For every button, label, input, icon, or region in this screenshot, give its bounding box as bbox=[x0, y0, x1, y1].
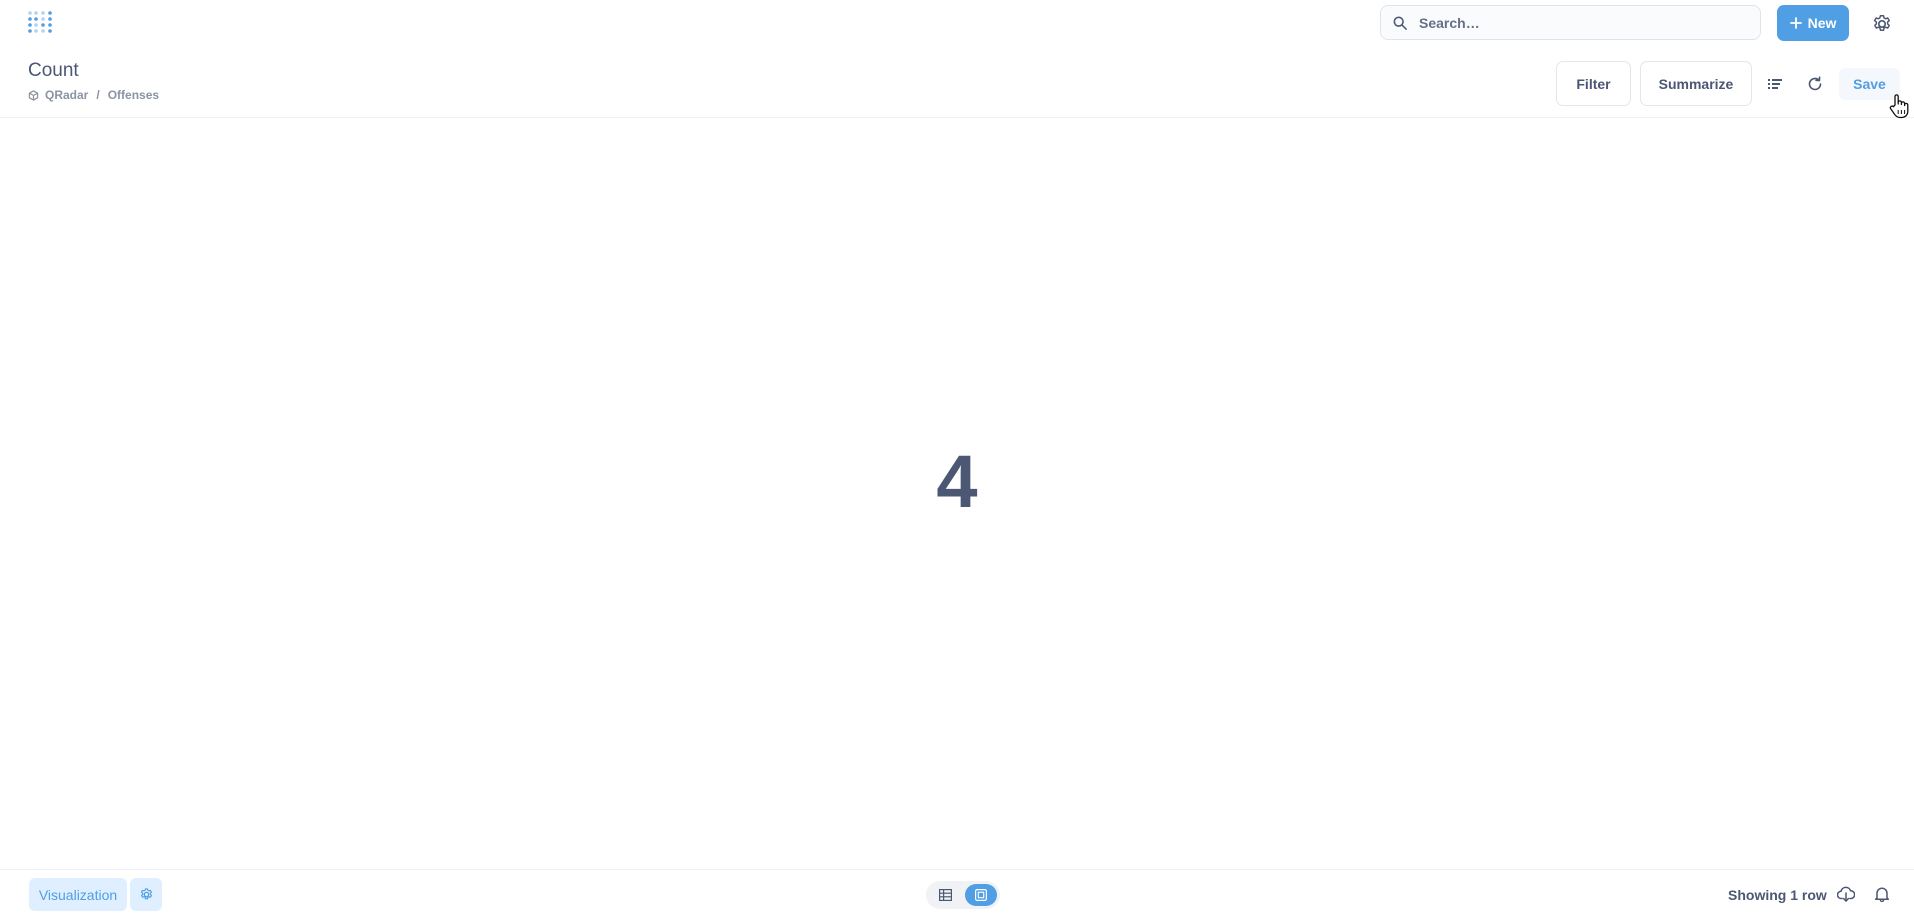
breadcrumb-database[interactable]: QRadar bbox=[45, 88, 88, 102]
hand-cursor-icon bbox=[1888, 93, 1910, 119]
page-title[interactable]: Count bbox=[28, 60, 79, 82]
bell-icon[interactable] bbox=[1871, 883, 1893, 905]
filter-button[interactable]: Filter bbox=[1556, 61, 1631, 106]
visualization-settings-button[interactable] bbox=[130, 878, 162, 911]
visualization-button[interactable]: Visualization bbox=[29, 878, 127, 911]
view-toggle bbox=[926, 881, 1000, 909]
search-input[interactable] bbox=[1417, 13, 1737, 32]
top-navigation: New bbox=[0, 0, 1914, 46]
plus-icon bbox=[1789, 17, 1802, 29]
visualization-view-icon[interactable] bbox=[965, 884, 997, 906]
database-icon bbox=[28, 89, 39, 101]
new-button[interactable]: New bbox=[1777, 5, 1849, 41]
summarize-button[interactable]: Summarize bbox=[1640, 61, 1752, 106]
search-bar[interactable] bbox=[1380, 5, 1761, 40]
search-icon bbox=[1393, 16, 1407, 30]
notebook-editor-icon[interactable] bbox=[1764, 73, 1786, 95]
breadcrumb-table[interactable]: Offenses bbox=[108, 88, 159, 102]
row-count: Showing 1 row bbox=[1728, 887, 1827, 903]
download-icon[interactable] bbox=[1835, 883, 1857, 905]
breadcrumb-separator: / bbox=[96, 88, 100, 102]
table-view-icon[interactable] bbox=[929, 884, 961, 906]
breadcrumb: QRadar / Offenses bbox=[28, 88, 159, 102]
question-header: Count QRadar / Offenses Filter Summarize… bbox=[0, 46, 1914, 118]
footer-bar: Visualization Showing 1 row bbox=[0, 869, 1914, 917]
refresh-icon[interactable] bbox=[1804, 73, 1826, 95]
gear-icon[interactable] bbox=[1871, 13, 1893, 35]
gear-icon bbox=[140, 888, 152, 900]
metabase-logo-icon[interactable] bbox=[26, 9, 54, 37]
new-button-label: New bbox=[1807, 15, 1837, 31]
scalar-value[interactable]: 4 bbox=[936, 439, 977, 524]
scalar-visualization: 4 bbox=[0, 119, 1914, 869]
